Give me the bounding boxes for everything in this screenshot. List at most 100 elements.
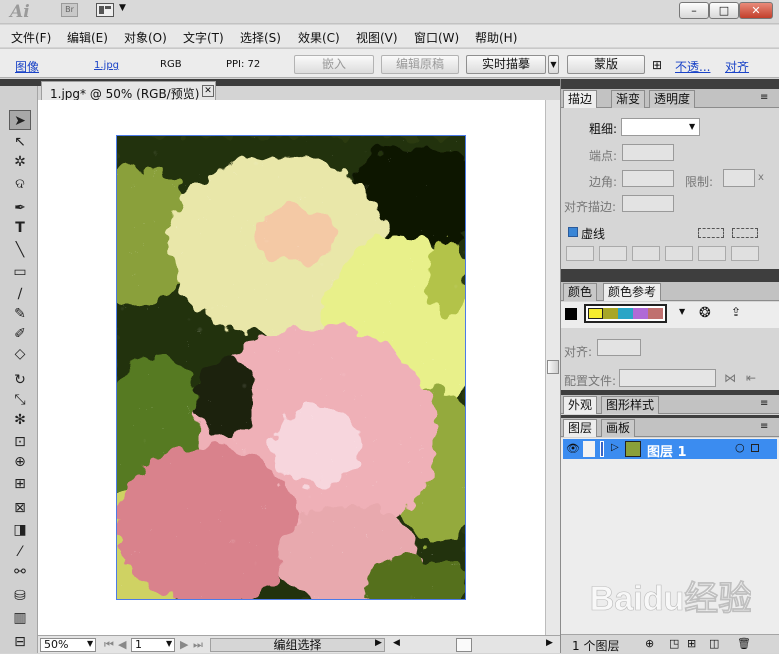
new-sublayer-icon[interactable]: ⊞ xyxy=(687,637,696,650)
selection-tool-icon[interactable]: ➤ xyxy=(9,110,31,130)
transform-icon[interactable]: ⊞ xyxy=(652,58,662,72)
dash-field-2[interactable] xyxy=(632,246,660,261)
layer-row[interactable]: 👁 ▷ 图层 1 ○ xyxy=(563,439,777,460)
shape-builder-tool-icon[interactable]: ⊕ xyxy=(9,452,31,472)
status-menu-icon[interactable]: ▶ xyxy=(375,638,382,648)
menu-effect[interactable]: 效果(C) xyxy=(298,29,340,46)
last-page-icon[interactable]: ⏭ xyxy=(193,638,203,652)
perspective-grid-tool-icon[interactable]: ⊞ xyxy=(9,474,31,494)
restore-button[interactable]: □ xyxy=(709,2,739,19)
layers-menu-icon[interactable]: ≡ xyxy=(760,421,768,432)
harmony-swatch-4[interactable] xyxy=(633,308,648,319)
weight-dropdown-icon[interactable]: ▼ xyxy=(689,122,695,131)
edit-original-button[interactable]: 编辑原稿 xyxy=(381,55,459,74)
appearance-menu-icon[interactable]: ≡ xyxy=(760,398,768,409)
menu-window[interactable]: 窗口(W) xyxy=(414,29,459,46)
dash-preset-2[interactable] xyxy=(732,228,758,238)
cap-buttons[interactable] xyxy=(622,144,674,161)
scale-tool-icon[interactable]: ⤡ xyxy=(9,390,31,410)
image-link[interactable]: 图像 xyxy=(15,58,39,75)
free-transform-tool-icon[interactable]: ⊡ xyxy=(9,432,31,452)
new-layer-icon[interactable]: ◫ xyxy=(709,637,719,650)
gap-field-3[interactable] xyxy=(731,246,759,261)
align-link[interactable]: 对齐 xyxy=(725,58,749,75)
menu-help[interactable]: 帮助(H) xyxy=(475,29,517,46)
line-tool-icon[interactable]: ╲ xyxy=(9,240,31,260)
magic-wand-tool-icon[interactable]: ✲ xyxy=(9,152,31,172)
align-buttons[interactable] xyxy=(597,339,641,356)
reset-profile-icon[interactable]: ⇤ xyxy=(746,371,756,385)
menu-select[interactable]: 选择(S) xyxy=(240,29,281,46)
close-tab-icon[interactable]: ✕ xyxy=(202,85,214,97)
rotate-tool-icon[interactable]: ↻ xyxy=(9,370,31,390)
opacity-link[interactable]: 不透... xyxy=(675,58,710,75)
horizontal-scroll-thumb[interactable] xyxy=(456,638,472,652)
harmony-swatch-group[interactable] xyxy=(584,304,667,323)
pen-tool-icon[interactable]: ✒ xyxy=(9,198,31,218)
close-button[interactable]: ✕ xyxy=(739,2,773,19)
lock-toggle[interactable] xyxy=(583,441,595,457)
placed-image[interactable] xyxy=(116,135,466,600)
harmony-swatch-1[interactable] xyxy=(588,308,603,319)
tab-layers[interactable]: 图层 xyxy=(563,419,598,437)
menu-object[interactable]: 对象(O) xyxy=(124,29,167,46)
next-page-icon[interactable]: ▶ xyxy=(180,638,188,651)
blend-tool-icon[interactable]: ⚯ xyxy=(9,562,31,582)
harmony-dropdown-icon[interactable]: ▼ xyxy=(679,307,685,316)
limit-field[interactable] xyxy=(723,169,755,187)
document-tab[interactable]: 1.jpg* @ 50% (RGB/预览) ✕ xyxy=(41,81,216,101)
tab-artboards[interactable]: 画板 xyxy=(601,419,636,437)
dash-field-1[interactable] xyxy=(566,246,594,261)
harmony-swatch-3[interactable] xyxy=(618,308,633,319)
column-graph-tool-icon[interactable]: ▥ xyxy=(9,608,31,628)
menu-file[interactable]: 文件(F) xyxy=(11,29,51,46)
scroll-left-icon[interactable]: ◀ xyxy=(393,638,400,648)
type-tool-icon[interactable]: T xyxy=(9,218,31,238)
prev-page-icon[interactable]: ◀ xyxy=(118,638,126,651)
panel-menu-icon[interactable]: ≡ xyxy=(760,92,768,103)
status-text[interactable]: 编组选择 xyxy=(210,638,385,652)
gap-field-1[interactable] xyxy=(599,246,627,261)
warp-tool-icon[interactable]: ✻ xyxy=(9,410,31,430)
live-trace-button[interactable]: 实时描摹 xyxy=(466,55,546,74)
arrange-documents-icon[interactable] xyxy=(96,3,114,17)
tab-gradient[interactable]: 渐变 xyxy=(611,90,646,108)
layer-name[interactable]: 图层 1 xyxy=(647,441,687,460)
live-trace-options-icon[interactable]: ▼ xyxy=(548,55,559,74)
tab-color-guide[interactable]: 颜色参考 xyxy=(603,283,662,301)
file-name-link[interactable]: 1.jpg xyxy=(94,60,119,71)
scroll-right-icon[interactable]: ▶ xyxy=(546,638,553,648)
tab-graphic-styles[interactable]: 图形样式 xyxy=(601,396,660,414)
rectangle-tool-icon[interactable]: ▭ xyxy=(9,262,31,282)
dash-preset-1[interactable] xyxy=(698,228,724,238)
pencil-tool-icon[interactable]: ✎ xyxy=(9,304,31,324)
vertical-scrollbar[interactable] xyxy=(545,100,560,635)
menu-view[interactable]: 视图(V) xyxy=(356,29,398,46)
tab-appearance[interactable]: 外观 xyxy=(563,396,598,414)
paintbrush-tool-icon[interactable]: ∕ xyxy=(9,284,31,304)
artboard-tool-icon[interactable]: ⊟ xyxy=(9,632,31,652)
tab-color[interactable]: 颜色 xyxy=(563,283,598,301)
chevron-down-icon[interactable]: ▼ xyxy=(119,3,126,13)
selection-indicator[interactable] xyxy=(751,444,759,452)
first-page-icon[interactable]: ⏮ xyxy=(104,638,114,652)
zoom-dropdown-icon[interactable]: ▼ xyxy=(87,639,93,648)
visibility-eye-icon[interactable]: 👁 xyxy=(566,442,580,455)
scrollbar-thumb[interactable] xyxy=(547,360,559,374)
menu-edit[interactable]: 编辑(E) xyxy=(67,29,108,46)
page-dropdown-icon[interactable]: ▼ xyxy=(166,639,172,648)
gap-field-2[interactable] xyxy=(665,246,693,261)
canvas[interactable] xyxy=(38,100,545,635)
expand-layer-icon[interactable]: ▷ xyxy=(611,442,619,453)
delete-layer-icon[interactable]: 🗑 xyxy=(737,637,751,650)
mask-button[interactable]: 蒙版 xyxy=(567,55,645,74)
lasso-tool-icon[interactable]: ଦ xyxy=(9,174,31,194)
dashed-line-checkbox[interactable] xyxy=(568,227,578,237)
bridge-button[interactable]: Br xyxy=(61,3,78,17)
tab-stroke[interactable]: 描边 xyxy=(563,90,598,108)
eraser-tool-icon[interactable]: ◇ xyxy=(9,344,31,364)
base-color-swatch[interactable] xyxy=(565,308,577,320)
eyedropper-tool-icon[interactable]: ⁄ xyxy=(9,542,31,562)
edit-colors-icon[interactable]: ❂ xyxy=(699,305,711,321)
direct-selection-tool-icon[interactable]: ↖ xyxy=(9,132,31,152)
